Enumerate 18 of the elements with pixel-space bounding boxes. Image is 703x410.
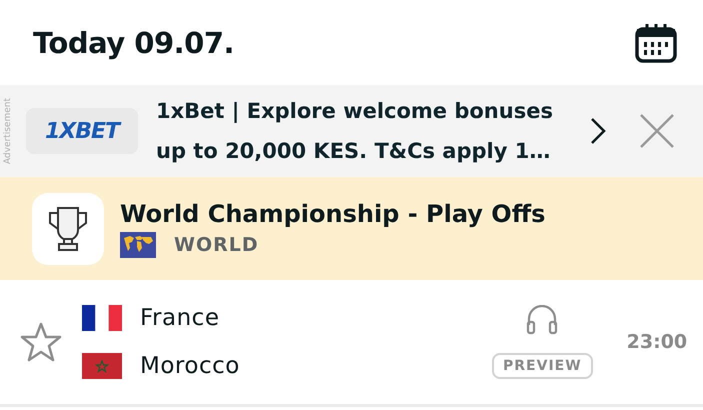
- trophy-icon: [47, 206, 89, 252]
- close-icon[interactable]: [640, 114, 674, 148]
- country-name: WORLD: [174, 234, 259, 256]
- team-name: France: [140, 305, 220, 331]
- ad-text[interactable]: 1xBet | Explore welcome bonuses up to 20,000 KES. T&Cs apply 1…: [156, 91, 576, 171]
- team-name: Morocco: [140, 353, 240, 379]
- favorite-star-icon[interactable]: [20, 322, 62, 362]
- brand-logo[interactable]: 1XBET: [26, 108, 138, 154]
- date-title: Today 09.07.: [33, 26, 234, 60]
- ad-label: Advertisement: [3, 98, 12, 164]
- chevron-right-icon[interactable]: [590, 117, 606, 145]
- calendar-icon[interactable]: [635, 22, 677, 62]
- world-map-icon: [120, 232, 156, 258]
- match-time: 23:00: [626, 331, 688, 353]
- headphones-icon[interactable]: [525, 305, 560, 335]
- league-name[interactable]: World Championship - Play Offs: [120, 200, 546, 228]
- flag-icon: [82, 305, 122, 331]
- flag-icon: [82, 353, 122, 379]
